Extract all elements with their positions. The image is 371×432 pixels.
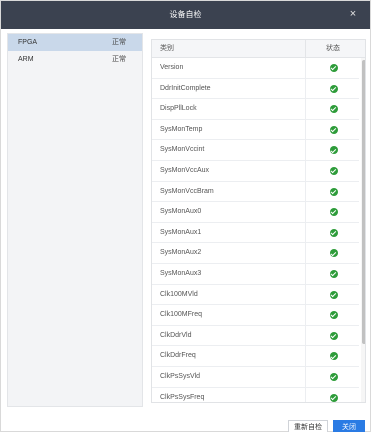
close-icon[interactable]: × [346,7,360,21]
recheck-button[interactable]: 重新自检 [288,420,328,432]
check-circle-icon [330,64,338,72]
row-status [305,58,360,78]
check-circle-icon [330,125,338,134]
row-status [305,243,360,264]
row-category: ClkDdrFreq [160,352,196,360]
module-item-arm[interactable]: ARM 正常 [8,51,142,68]
module-status: 正常 [112,39,126,46]
row-category: SysMonAux3 [160,269,202,277]
row-status [305,160,360,181]
table-row: ClkPsSysVld [152,366,360,388]
row-category: ClkPsSysVld [160,372,201,380]
check-circle-icon [330,311,338,320]
row-category: Clk100MFreq [160,311,203,319]
row-category: ClkPsSysFreq [160,393,205,401]
dialog-title: 设备自检 [169,10,202,19]
table-row: ClkDdrFreq [152,346,359,367]
table-row: DispPllLock [152,99,359,120]
check-circle-icon [330,249,338,258]
row-status [305,140,360,161]
table-body: Version DdrInitComplete DispPllLock SysMonT… [152,58,360,402]
row-status [305,284,360,305]
row-status [305,387,360,402]
module-item-fpga[interactable]: FPGA 正常 [8,34,142,51]
column-header-category: 类别 [160,45,174,52]
dialog-titlebar: 设备自检 × [1,1,370,29]
vertical-scrollbar[interactable] [361,58,365,402]
check-results-table: 类别 状态 Version DdrInitComplete DispPllLock S… [151,39,366,403]
check-circle-icon [330,290,338,299]
row-category: SysMonVccAux [160,166,210,174]
table-row: SysMonAux0 [152,202,359,223]
module-name: ARM [18,56,34,63]
check-circle-icon [330,331,338,340]
module-name: FPGA [18,39,38,46]
row-category: ClkDdrVld [160,331,192,339]
check-circle-icon [330,228,338,237]
row-status [305,119,360,140]
row-status [305,305,360,326]
table-row: SysMonVccAux [152,160,360,182]
check-circle-icon [330,187,338,196]
table-row: SysMonVccint [152,140,359,161]
check-circle-icon [330,146,338,155]
row-category: SysMonAux2 [160,249,202,257]
check-circle-icon [330,84,338,93]
table-row: SysMonAux3 [152,263,360,285]
table-row: ClkPsSysFreq [152,387,360,402]
table-row: SysMonAux2 [152,243,359,264]
check-circle-icon [330,269,338,278]
table-row: Version [152,58,359,79]
close-button[interactable]: 关闭 [333,420,365,432]
row-category: DispPllLock [160,105,197,113]
column-header-status: 状态 [305,40,360,58]
row-category: SysMonTemp [160,125,203,133]
row-status [305,263,360,284]
row-status [305,346,360,367]
row-category: Version [160,64,184,71]
row-category: SysMonAux0 [160,208,202,216]
table-row: SysMonVccBram [152,181,360,203]
table-row: Clk100MFreq [152,305,359,326]
check-circle-icon [330,372,338,381]
table-row: ClkDdrVld [152,325,360,347]
module-list: FPGA 正常 ARM 正常 [7,33,143,407]
row-category: SysMonAux1 [160,228,202,236]
row-status [305,366,360,387]
check-circle-icon [330,393,338,402]
check-circle-icon [330,166,338,175]
row-status [305,181,360,202]
row-status [305,99,360,120]
module-status: 正常 [112,56,126,63]
scrollbar-thumb[interactable] [361,60,365,344]
row-category: Clk100MVld [160,290,198,298]
row-status [305,222,360,243]
table-row: SysMonAux1 [152,222,360,244]
row-category: SysMonVccBram [160,187,214,195]
table-header: 类别 状态 [152,40,365,58]
row-category: DdrInitComplete [160,84,211,92]
check-circle-icon [330,105,338,114]
check-circle-icon [330,208,338,217]
row-category: SysMonVccint [160,146,205,154]
table-row: SysMonTemp [152,119,360,141]
table-row: DdrInitComplete [152,78,360,100]
row-status [305,78,360,99]
self-test-dialog: 设备自检 × FPGA 正常 ARM 正常 类别 状态 Version DdrIn… [0,0,371,432]
row-status [305,325,360,346]
table-row: Clk100MVld [152,284,360,306]
check-circle-icon [330,352,338,361]
row-status [305,202,360,223]
